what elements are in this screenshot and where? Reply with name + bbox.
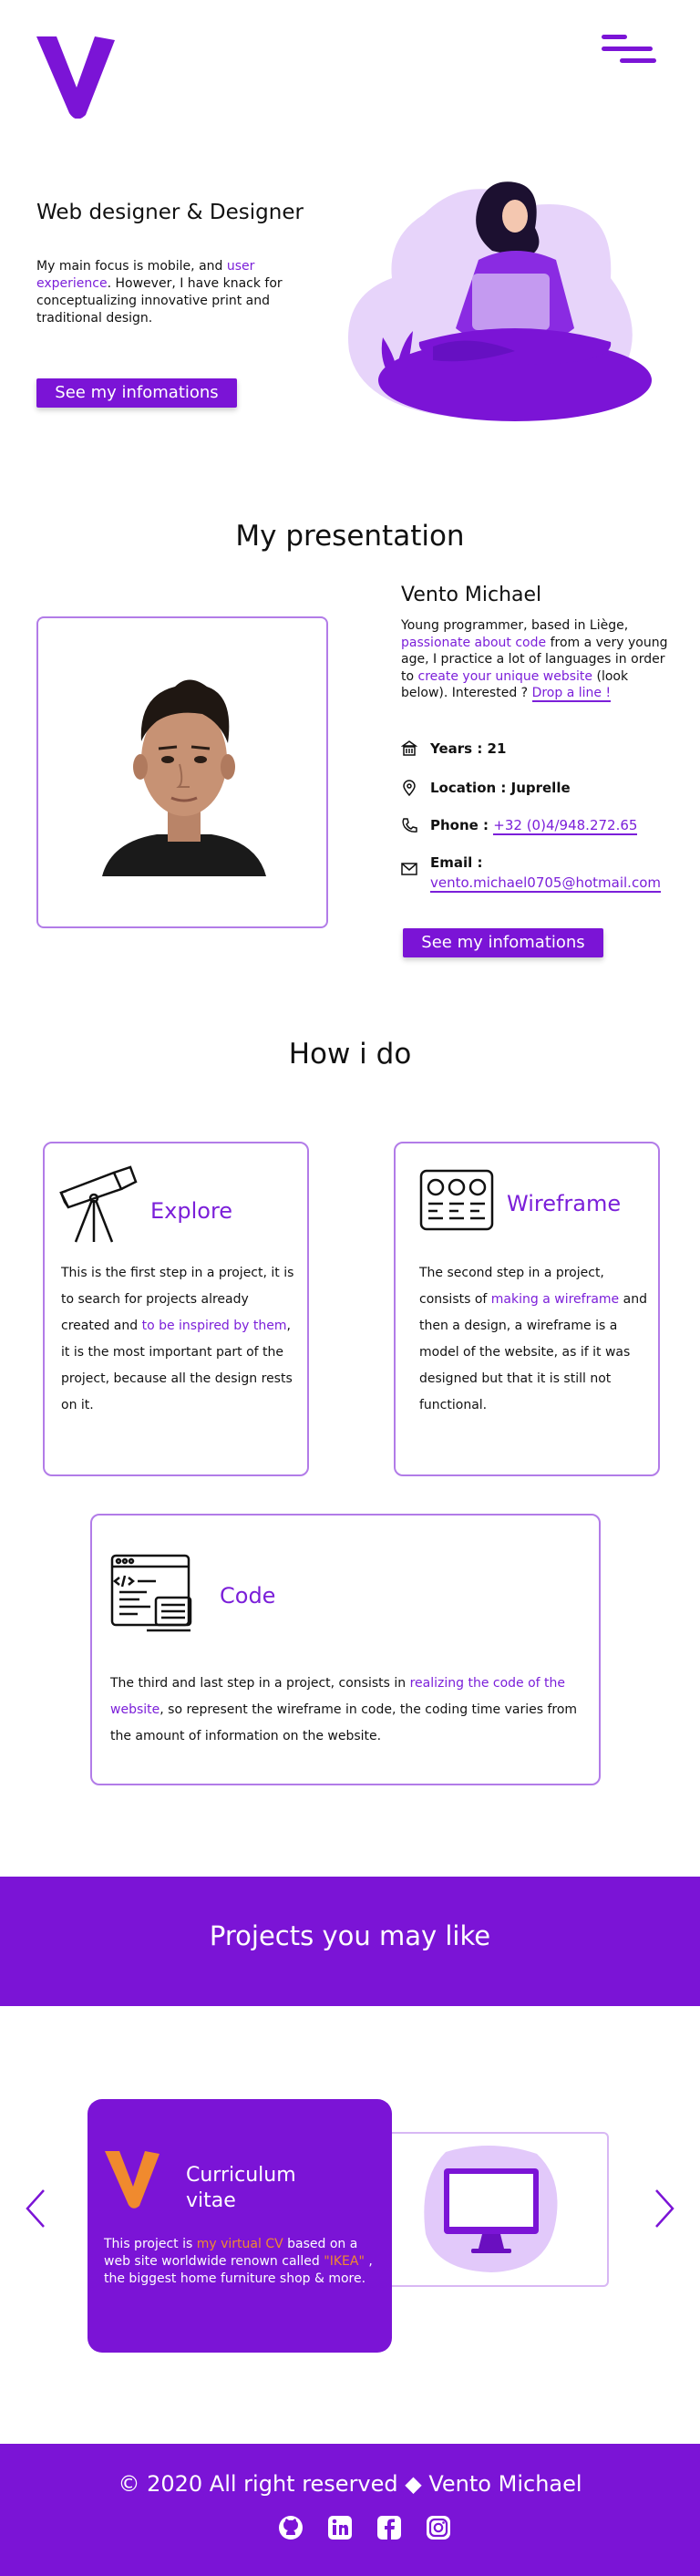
code-text-part: The third and last step in a project, co… [110, 1676, 410, 1691]
phone-label: Phone : [430, 817, 494, 833]
code-text-part: , so represent the wireframe in code, th… [110, 1702, 578, 1743]
footer: © 2020 All right reserved ◆ Vento Michae… [0, 2444, 700, 2576]
explore-card: Explore This is the first step in a proj… [43, 1142, 309, 1476]
email-link[interactable]: vento.michael0705@hotmail.com [430, 874, 661, 893]
envelope-icon [401, 863, 417, 875]
drop-line-link[interactable]: Drop a line ! [531, 686, 612, 702]
explore-text: This is the first step in a project, it … [61, 1260, 296, 1419]
instagram-icon[interactable] [426, 2515, 451, 2540]
footer-copyright: © 2020 All right reserved ◆ Vento Michae… [0, 2471, 700, 2497]
github-icon[interactable] [278, 2515, 304, 2540]
presentation-info-button[interactable]: See my infomations [403, 928, 603, 957]
facebook-icon[interactable] [376, 2515, 402, 2540]
portrait-photo [102, 679, 266, 876]
phone-icon [402, 818, 417, 833]
wireframe-text-part: and then a design, a wireframe is a mode… [419, 1292, 647, 1412]
project-card-text: This project is my virtual CV based on a… [104, 2236, 376, 2288]
portrait-frame [36, 616, 328, 928]
chevron-left-icon[interactable] [24, 2188, 47, 2229]
location-text: Location : Juprelle [430, 780, 571, 796]
hero-text-part: My main focus is mobile, and [36, 259, 227, 274]
hero-text: My main focus is mobile, and user experi… [36, 258, 292, 327]
bio-text: Young programmer, based in Liège, [401, 618, 629, 633]
diamond-icon: ◆ [405, 2471, 422, 2497]
copyright-text: © 2020 All right reserved [118, 2471, 406, 2497]
bio-highlight: passionate about code [401, 635, 547, 650]
explore-highlight: to be inspired by them [141, 1319, 287, 1333]
profile-name: Vento Michael [401, 584, 542, 606]
project-card-title: Curriculum vitae [186, 2164, 296, 2212]
wireframe-highlight: making a wireframe [490, 1292, 620, 1307]
telescope-icon [59, 1165, 138, 1243]
wireframe-title: Wireframe [507, 1191, 622, 1216]
project-highlight: "IKEA" [324, 2254, 365, 2269]
code-text: The third and last step in a project, co… [110, 1671, 584, 1750]
hero-title: Web designer & Designer [36, 201, 304, 224]
v-logo-orange-icon [105, 2151, 160, 2209]
projects-banner: Projects you may like [0, 1877, 700, 2006]
hamburger-menu-icon[interactable] [602, 35, 660, 67]
email-label: Email : [430, 854, 483, 871]
hero-info-button[interactable]: See my infomations [36, 378, 237, 408]
code-title: Code [220, 1583, 276, 1609]
years-text: Years : 21 [430, 740, 507, 757]
presentation-title: My presentation [235, 520, 465, 553]
woman-with-laptop-illustration [347, 181, 652, 421]
phone-link[interactable]: +32 (0)4/948.272.65 [493, 817, 638, 835]
how-title: How i do [288, 1038, 412, 1071]
building-icon [401, 740, 417, 756]
bio-highlight: create your unique website [417, 668, 593, 684]
project-highlight: my virtual CV [196, 2237, 283, 2251]
projects-title: Projects you may like [209, 1920, 491, 1951]
wireframe-text: The second step in a project, consists o… [419, 1260, 647, 1419]
location-pin-icon [403, 780, 416, 796]
code-window-icon [110, 1554, 192, 1632]
profile-bio: Young programmer, based in Liège, passio… [401, 617, 674, 702]
project-preview[interactable] [369, 2132, 609, 2287]
linkedin-icon[interactable] [327, 2515, 353, 2540]
explore-title: Explore [150, 1198, 233, 1224]
code-card: Code The third and last step in a projec… [90, 1514, 601, 1785]
monitor-illustration [424, 2145, 558, 2272]
wireframe-icon [419, 1169, 494, 1231]
v-logo-icon[interactable] [35, 35, 117, 119]
author-text: Vento Michael [421, 2471, 582, 2497]
chevron-right-icon[interactable] [653, 2188, 676, 2229]
project-card[interactable]: Curriculum vitae This project is my virt… [88, 2099, 392, 2353]
project-text-part: This project is [104, 2237, 197, 2251]
wireframe-card: Wireframe The second step in a project, … [394, 1142, 660, 1476]
